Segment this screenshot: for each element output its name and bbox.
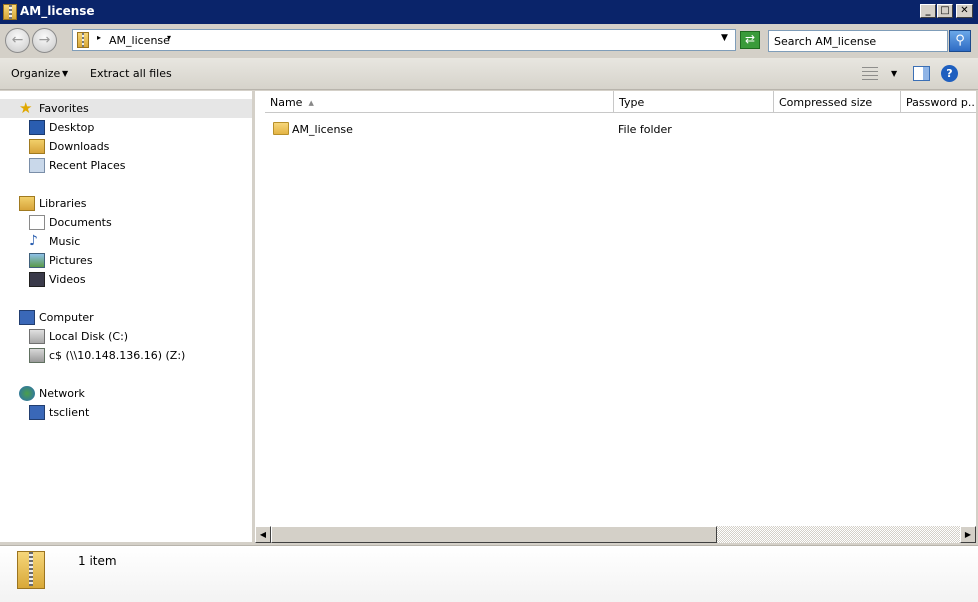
search-input[interactable]: Search AM_license [768, 30, 948, 52]
forward-button[interactable]: → [32, 28, 57, 53]
local-disk-icon [29, 329, 45, 344]
computer-icon [19, 310, 35, 325]
extract-all-button[interactable]: Extract all files [90, 67, 172, 80]
libraries-icon [19, 196, 35, 211]
title-bar: AM_license _ □ ✕ [0, 0, 978, 24]
breadcrumb-arrow-icon[interactable]: ▸ [97, 33, 101, 42]
file-row[interactable]: AM_license File folder [255, 119, 976, 139]
tsclient-icon [29, 405, 45, 420]
pictures-icon [29, 253, 45, 268]
recent-places-icon [29, 158, 45, 173]
downloads-icon [29, 139, 45, 154]
zip-folder-icon [3, 4, 17, 20]
back-button[interactable]: ← [5, 28, 30, 53]
desktop-icon [29, 120, 45, 135]
scroll-right-button[interactable]: ▶ [960, 526, 976, 543]
file-name: AM_license [292, 123, 353, 136]
column-header-password[interactable]: Password p... [901, 91, 976, 113]
refresh-button[interactable]: ⇄ [740, 31, 760, 49]
preview-pane-icon[interactable] [913, 66, 930, 81]
details-pane: 1 item [0, 545, 978, 602]
folder-icon [273, 122, 289, 135]
documents-icon [29, 215, 45, 230]
item-count: 1 item [78, 554, 117, 568]
window-title: AM_license [20, 4, 95, 18]
zip-folder-icon [17, 551, 45, 589]
command-bar: Organize ▼ Extract all files ▼ ? [0, 58, 978, 90]
scrollbar-thumb[interactable] [271, 526, 717, 543]
chevron-down-icon[interactable]: ▼ [891, 69, 897, 78]
breadcrumb-am-license[interactable]: AM_license [109, 34, 170, 47]
views-icon[interactable] [862, 67, 878, 81]
file-type: File folder [618, 123, 672, 136]
navigation-pane: ★ Favorites Desktop Downloads Recent Pla… [0, 91, 252, 542]
sort-ascending-icon: ▲ [308, 99, 313, 107]
horizontal-scrollbar[interactable]: ◀ ▶ [255, 526, 976, 543]
column-header-type[interactable]: Type [614, 91, 774, 113]
network-icon [19, 386, 35, 401]
address-dropdown-icon[interactable]: ▼ [721, 33, 728, 43]
address-bar[interactable]: ▸ AM_license ▾ ▼ [72, 29, 736, 51]
nav-favorites[interactable]: ★ Favorites [0, 99, 252, 118]
zip-folder-icon [77, 32, 89, 48]
star-icon: ★ [19, 101, 35, 116]
breadcrumb-arrow-icon[interactable]: ▾ [167, 33, 171, 42]
column-header-name[interactable]: Name▲ [265, 91, 614, 113]
scroll-left-button[interactable]: ◀ [255, 526, 271, 543]
organize-button[interactable]: Organize [11, 67, 60, 80]
file-list: Name▲ Type Compressed size Password p...… [255, 91, 976, 542]
column-header-compressed-size[interactable]: Compressed size [774, 91, 901, 113]
minimize-button[interactable]: _ [920, 4, 936, 18]
address-row: ← → ▸ AM_license ▾ ▼ ⇄ Search AM_license… [0, 25, 978, 57]
close-button[interactable]: ✕ [956, 4, 973, 18]
music-icon: ♪ [29, 234, 45, 249]
videos-icon [29, 272, 45, 287]
chevron-down-icon[interactable]: ▼ [62, 69, 68, 78]
maximize-button[interactable]: □ [937, 4, 953, 18]
network-drive-icon [29, 348, 45, 363]
help-icon[interactable]: ? [941, 65, 958, 82]
search-icon[interactable]: ⚲ [949, 30, 971, 52]
